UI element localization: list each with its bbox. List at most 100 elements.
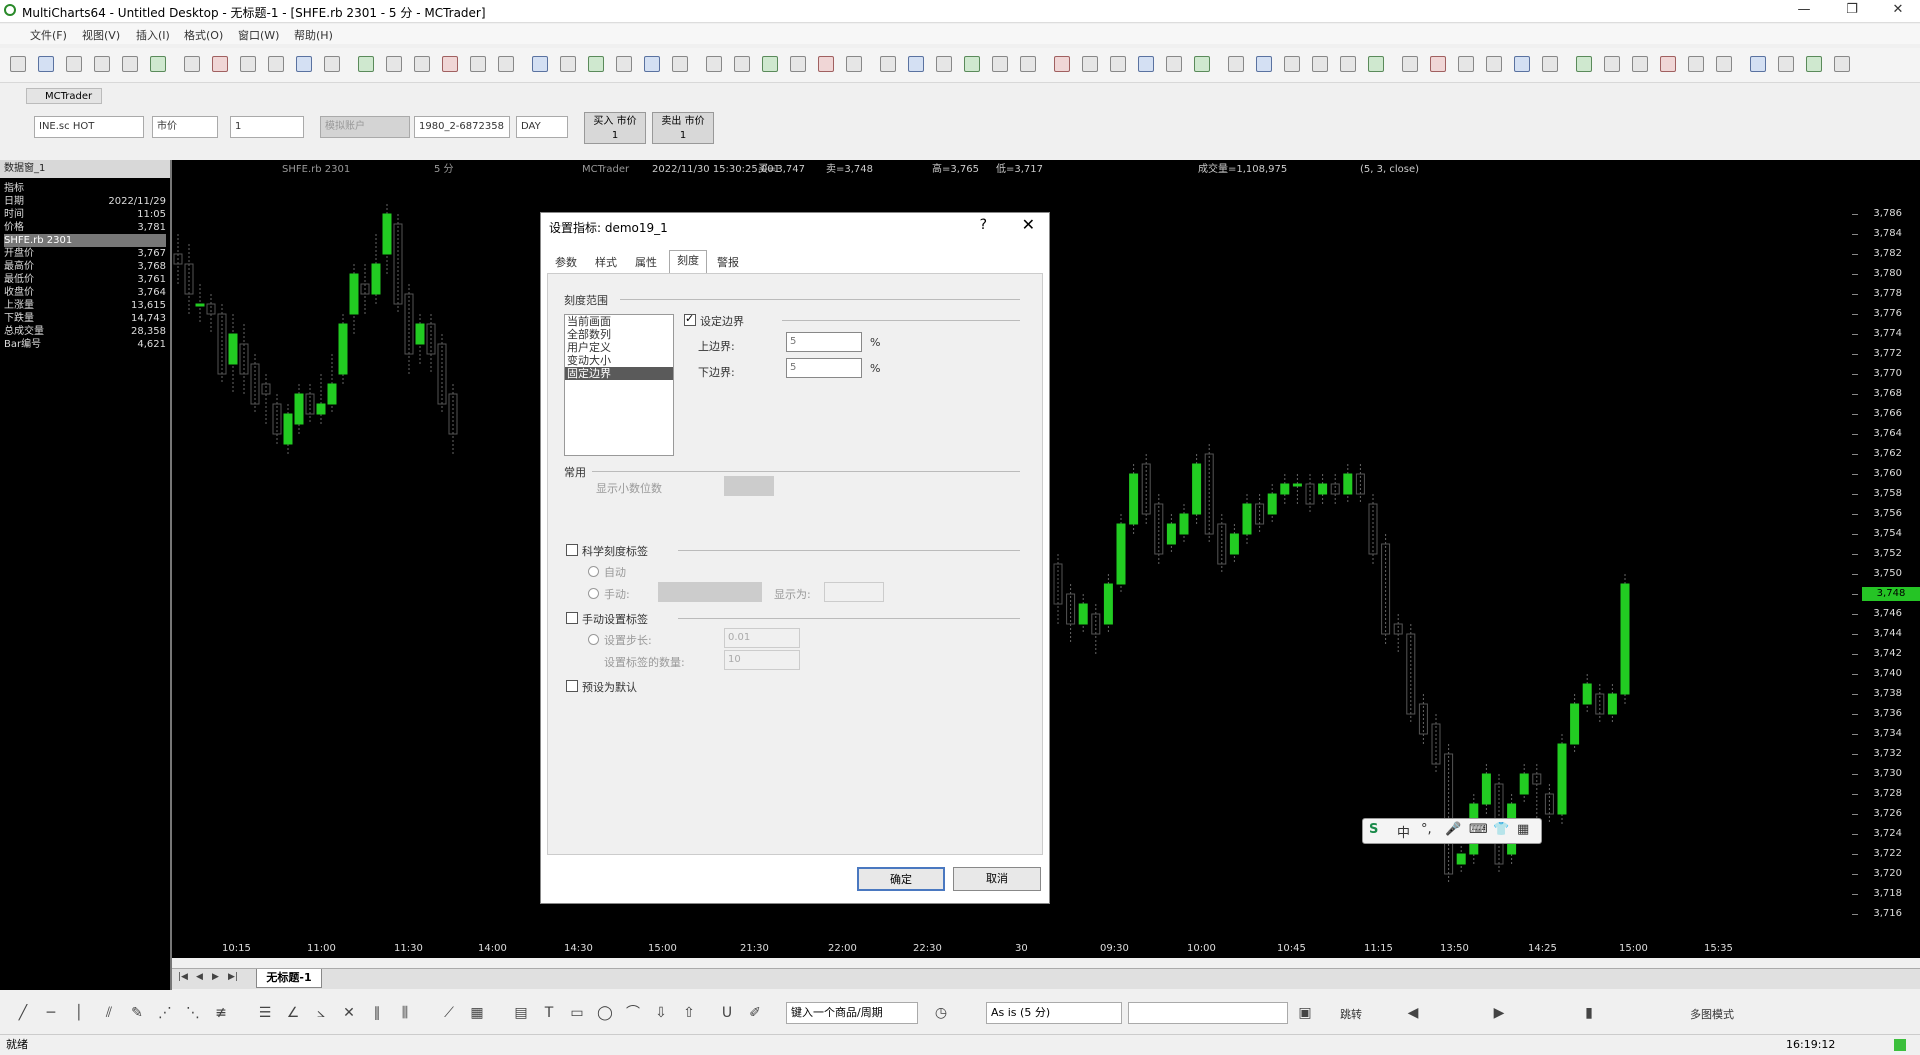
last-tab-icon[interactable]: ▶| — [228, 972, 238, 982]
toolbar-button-icon[interactable] — [1020, 56, 1036, 72]
toolbar-button-icon[interactable] — [38, 56, 54, 72]
manual-tick-checkbox[interactable] — [566, 612, 578, 624]
toolbar-button-icon[interactable] — [790, 56, 806, 72]
toolbar-button-icon[interactable] — [1110, 56, 1126, 72]
pencil-icon[interactable]: ✎ — [128, 1004, 146, 1022]
quantity-stepper[interactable]: 1 — [230, 116, 304, 138]
toolbar-button-icon[interactable] — [1688, 56, 1704, 72]
toolbar-button-icon[interactable] — [1716, 56, 1732, 72]
toolbar-button-icon[interactable] — [414, 56, 430, 72]
trendline-icon[interactable]: ╱ — [14, 1004, 32, 1022]
ime-skin-icon[interactable]: 👕 — [1493, 822, 1509, 837]
toolbar-button-icon[interactable] — [964, 56, 980, 72]
tif-select[interactable]: DAY — [516, 116, 568, 138]
toolbar-button-icon[interactable] — [1138, 56, 1154, 72]
toolbar-button-icon[interactable] — [470, 56, 486, 72]
magnet-icon[interactable]: U — [718, 1004, 736, 1022]
toolbar-button-icon[interactable] — [936, 56, 952, 72]
toolbar-button-icon[interactable] — [1778, 56, 1794, 72]
range-option-fixed[interactable]: 固定边界 — [565, 367, 673, 380]
toolbar-button-icon[interactable] — [1166, 56, 1182, 72]
ime-menu-icon[interactable]: ▦ — [1517, 822, 1529, 837]
upper-bound-input[interactable]: 5 — [786, 332, 862, 352]
toolbar-button-icon[interactable] — [358, 56, 374, 72]
toolbar-button-icon[interactable] — [1402, 56, 1418, 72]
arc-tool-icon[interactable]: ⌒ — [624, 1004, 642, 1022]
toolbar-button-icon[interactable] — [498, 56, 514, 72]
toolbar-button-icon[interactable] — [442, 56, 458, 72]
toolbar-button-icon[interactable] — [1514, 56, 1530, 72]
menu-view[interactable]: 视图(V) — [82, 27, 120, 43]
prev-tab-icon[interactable]: ◀ — [196, 972, 203, 982]
toolbar-button-icon[interactable] — [818, 56, 834, 72]
range-option-user[interactable]: 用户定义 — [565, 341, 673, 354]
tab-inputs[interactable]: 参数 — [549, 253, 583, 273]
date-combo[interactable] — [1128, 1002, 1288, 1024]
toolbar-button-icon[interactable] — [560, 56, 576, 72]
clock-icon[interactable]: ◷ — [932, 1004, 950, 1022]
toolbar-button-icon[interactable] — [1604, 56, 1620, 72]
first-tab-icon[interactable]: |◀ — [178, 972, 188, 982]
toolbar-button-icon[interactable] — [1430, 56, 1446, 72]
mctrader-tab[interactable]: MCTrader — [26, 88, 102, 104]
toolbar-button-icon[interactable] — [1368, 56, 1384, 72]
order-type-select[interactable]: 市价 — [152, 116, 218, 138]
toolbar-button-icon[interactable] — [1256, 56, 1272, 72]
toolbar-button-icon[interactable] — [706, 56, 722, 72]
toolbar-button-icon[interactable] — [1660, 56, 1676, 72]
lower-bound-input[interactable]: 5 — [786, 358, 862, 378]
toolbar-button-icon[interactable] — [1340, 56, 1356, 72]
tab-style[interactable]: 样式 — [589, 253, 623, 273]
ime-keyboard-icon[interactable]: ⌨ — [1469, 822, 1488, 837]
rectangle-icon[interactable]: ▭ — [568, 1004, 586, 1022]
ime-punct-toggle[interactable]: °, — [1421, 822, 1432, 837]
time-zone-icon[interactable]: ⫼ — [396, 1004, 414, 1022]
toolbar-button-icon[interactable] — [240, 56, 256, 72]
help-button[interactable]: ? — [980, 217, 987, 233]
toolbar-button-icon[interactable] — [908, 56, 924, 72]
toolbar-button-icon[interactable] — [616, 56, 632, 72]
fan-icon[interactable]: ⋰ — [156, 1004, 174, 1022]
ray-icon[interactable]: ⟋ — [440, 1004, 458, 1022]
menu-insert[interactable]: 插入(I) — [136, 27, 170, 43]
toolbar-button-icon[interactable] — [1834, 56, 1850, 72]
toolbar-button-icon[interactable] — [212, 56, 228, 72]
toolbar-button-icon[interactable] — [1054, 56, 1070, 72]
toolbar-button-icon[interactable] — [122, 56, 138, 72]
table-icon[interactable]: ▦ — [468, 1004, 486, 1022]
scale-range-list[interactable]: 当前画面 全部数列 用户定义 变动大小 固定边界 — [564, 314, 674, 456]
toolbar-button-icon[interactable] — [734, 56, 750, 72]
toolbar-button-icon[interactable] — [10, 56, 26, 72]
toolbar-button-icon[interactable] — [268, 56, 284, 72]
toolbar-button-icon[interactable] — [588, 56, 604, 72]
cross-icon[interactable]: ✕ — [340, 1004, 358, 1022]
angle-icon[interactable]: ∠ — [284, 1004, 302, 1022]
arc-icon[interactable]: ≢ — [212, 1004, 230, 1022]
toolbar-button-icon[interactable] — [532, 56, 548, 72]
toolbar-button-icon[interactable] — [846, 56, 862, 72]
arrow-down-icon[interactable]: ⇩ — [652, 1004, 670, 1022]
text-icon[interactable]: T — [540, 1004, 558, 1022]
toolbar-button-icon[interactable] — [1194, 56, 1210, 72]
toolbar-button-icon[interactable] — [386, 56, 402, 72]
menu-help[interactable]: 帮助(H) — [294, 27, 333, 43]
multi-mode-button[interactable]: 多图模式 — [1690, 1006, 1734, 1022]
symbol-period-combo[interactable]: 键入一个商品/周期 — [786, 1002, 918, 1024]
toolbar-button-icon[interactable] — [1228, 56, 1244, 72]
menu-window[interactable]: 窗口(W) — [238, 27, 279, 43]
next-tab-icon[interactable]: ▶ — [212, 972, 219, 982]
minimize-button[interactable]: — — [1784, 2, 1824, 20]
tab-properties[interactable]: 属性 — [629, 253, 663, 273]
grid-lines-icon[interactable]: ☰ — [256, 1004, 274, 1022]
cycle-icon[interactable]: ⦣ — [312, 1004, 330, 1022]
brush-icon[interactable]: ✐ — [746, 1004, 764, 1022]
cancel-button[interactable]: 取消 — [953, 867, 1041, 891]
symbol-input[interactable]: INE.sc HOT — [34, 116, 144, 138]
vline-icon[interactable]: │ — [70, 1004, 88, 1022]
default-checkbox[interactable] — [566, 680, 578, 692]
buy-market-button[interactable]: 买入 市价 1 — [584, 112, 646, 144]
ellipse-icon[interactable]: ◯ — [596, 1004, 614, 1022]
ime-lang-toggle[interactable]: 中 — [1397, 822, 1410, 841]
jump-button[interactable]: 跳转 — [1340, 1006, 1362, 1022]
ime-toolbar[interactable]: S 中 °, 🎤 ⌨ 👕 ▦ — [1362, 818, 1542, 844]
